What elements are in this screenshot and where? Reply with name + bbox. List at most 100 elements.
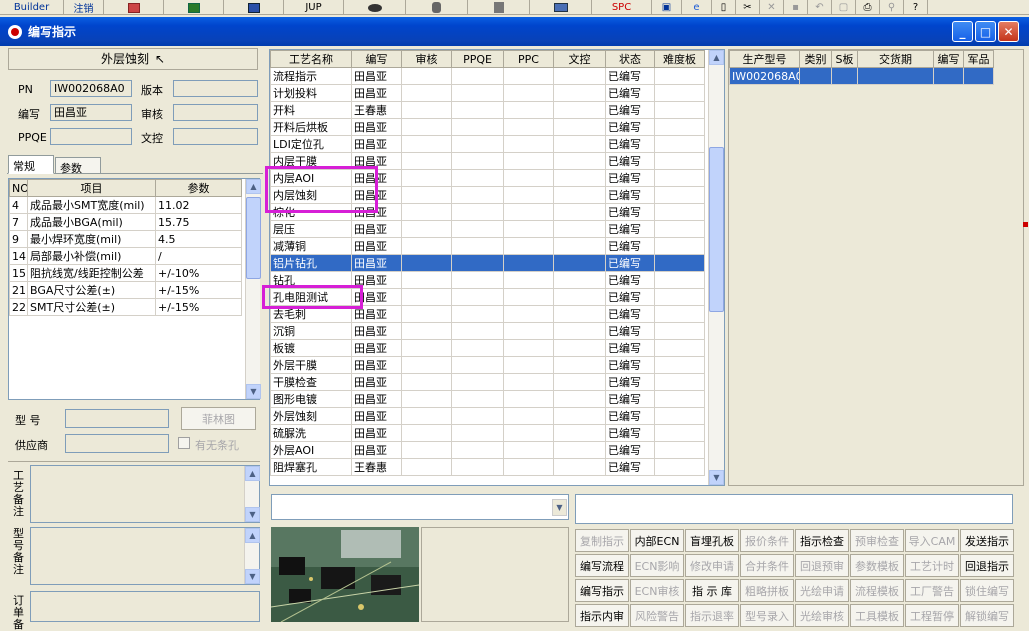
process-row[interactable]: 铝片钻孔 田昌亚 已编写 [270,254,705,272]
scroll-thumb[interactable] [246,197,261,279]
model-field[interactable] [65,409,169,428]
undo-icon[interactable]: ↶ [808,0,832,15]
action-button[interactable]: 复制指示 [575,529,629,552]
process-row[interactable]: 内层蚀刻 田昌亚 已编写 [270,186,705,204]
action-button[interactable]: 流程模板 [850,579,904,602]
logout-button[interactable]: 注销 [64,0,104,15]
action-button[interactable]: 参数模板 [850,554,904,577]
action-button[interactable]: 指示退率 [685,604,739,627]
textctl-field[interactable] [173,128,258,145]
spc-button[interactable]: SPC [592,0,652,15]
delete-icon[interactable]: ✕ [760,0,784,15]
action-button[interactable]: 发送指示 [960,529,1014,552]
col-param[interactable]: 参数 [155,179,242,197]
help-icon[interactable]: ? [904,0,928,15]
process-row[interactable]: 内层AOI 田昌亚 已编写 [270,169,705,187]
close-button[interactable]: ✕ [998,21,1019,42]
process-col-header[interactable]: 工艺名称 [270,50,352,68]
process-scroll-up[interactable]: ▲ [709,50,724,65]
process-col-header[interactable]: PPC [503,50,554,68]
process-col-header[interactable]: 状态 [605,50,655,68]
scroll-down-arrow[interactable]: ▼ [246,384,261,399]
builder-menu[interactable]: Builder [0,0,64,15]
action-button[interactable]: 解锁编写 [960,604,1014,627]
action-button[interactable]: 回退预审 [795,554,849,577]
process-row[interactable]: 外层干膜 田昌亚 已编写 [270,356,705,374]
process-row[interactable]: 硫脲洗 田昌亚 已编写 [270,424,705,442]
process-memo-field[interactable]: ▲ ▼ [30,465,260,523]
memo2-down-arrow[interactable]: ▼ [245,569,260,584]
action-button[interactable]: 工艺计时 [905,554,959,577]
action-button[interactable]: 型号录入 [740,604,794,627]
param-row[interactable]: 9 最小焊环宽度(mil) 4.5 [9,230,242,248]
action-button[interactable]: 盲埋孔板 [685,529,739,552]
feilin-button[interactable]: 菲林图 [181,407,256,430]
process-row[interactable]: 沉铜 田昌亚 已编写 [270,322,705,340]
param-row[interactable]: 7 成品最小BGA(mil) 15.75 [9,213,242,231]
order-memo-field[interactable] [30,591,260,622]
memo1-scrollbar[interactable]: ▲ ▼ [244,466,260,522]
orders-col-header[interactable]: S板 [831,50,858,68]
tab-params[interactable]: 参数 [55,157,101,175]
param-row[interactable]: 4 成品最小SMT宽度(mil) 11.02 [9,196,242,214]
memo1-up-arrow[interactable]: ▲ [245,466,260,481]
ie-icon[interactable]: e [682,0,712,15]
param-row[interactable]: 15 阻抗线宽/线距控制公差 +/-10% [9,264,242,282]
model-memo-field[interactable]: ▲ ▼ [30,527,260,585]
process-col-header[interactable]: 难度板 [654,50,705,68]
action-button[interactable]: 预审检查 [850,529,904,552]
process-row[interactable]: 层压 田昌亚 已编写 [270,220,705,238]
version-field[interactable] [173,80,258,97]
tab-general[interactable]: 常规 [8,155,54,174]
server-icon[interactable] [468,0,530,15]
memo1-down-arrow[interactable]: ▼ [245,507,260,522]
process-col-header[interactable]: 审核 [401,50,452,68]
action-button[interactable]: 光绘申请 [795,579,849,602]
params-scrollbar[interactable]: ▲ ▼ [245,179,261,399]
action-button[interactable]: 粗略拼板 [740,579,794,602]
database-icon[interactable] [406,0,468,15]
orders-col-header[interactable]: 军品 [963,50,994,68]
action-button[interactable]: 合并条件 [740,554,794,577]
process-row[interactable]: 干膜检查 田昌亚 已编写 [270,373,705,391]
orders-col-header[interactable]: 交货期 [857,50,934,68]
process-row[interactable]: 流程指示 田昌亚 已编写 [270,67,705,85]
param-row[interactable]: 22 SMT尺寸公差(±) +/-15% [9,298,242,316]
dropdown-arrow-icon[interactable]: ▼ [552,499,567,516]
process-row[interactable]: 阻焊塞孔 王春惠 已编写 [270,458,705,476]
action-button[interactable]: ECN审核 [630,579,684,602]
find-icon[interactable]: ⚲ [880,0,904,15]
memo2-scrollbar[interactable]: ▲ ▼ [244,528,260,584]
param-row[interactable]: 21 BGA尺寸公差(±) +/-15% [9,281,242,299]
process-row[interactable]: 棕化 田昌亚 已编写 [270,203,705,221]
action-button[interactable]: 指示内审 [575,604,629,627]
process-scrollbar[interactable]: ▲ ▼ [708,50,724,485]
orders-col-header[interactable]: 类别 [799,50,832,68]
process-row[interactable]: 孔电阻测试 田昌亚 已编写 [270,288,705,306]
process-row[interactable]: 内层干膜 田昌亚 已编写 [270,152,705,170]
action-button[interactable]: 风险警告 [630,604,684,627]
process-col-header[interactable]: 编写 [351,50,402,68]
supplier-field[interactable] [65,434,169,453]
action-button[interactable]: 锁住编写 [960,579,1014,602]
preview-icon[interactable]: ▢ [832,0,856,15]
excel-icon[interactable] [164,0,224,15]
memo2-up-arrow[interactable]: ▲ [245,528,260,543]
scroll-up-arrow[interactable]: ▲ [246,179,261,194]
action-button[interactable]: 光绘审核 [795,604,849,627]
col-item[interactable]: 项目 [27,179,156,197]
action-button[interactable]: 指 示 库 [685,579,739,602]
action-button[interactable]: 修改申请 [685,554,739,577]
cut-icon[interactable]: ✂ [736,0,760,15]
process-row[interactable]: 板镀 田昌亚 已编写 [270,339,705,357]
ppt-icon[interactable] [104,0,164,15]
jup-button[interactable]: JUP [284,0,344,15]
process-row[interactable]: 开料 王春惠 已编写 [270,101,705,119]
col-no[interactable]: NO [9,179,28,197]
review-field[interactable] [173,104,258,121]
save-icon[interactable]: ▪ [784,0,808,15]
writer-field[interactable]: 田昌亚 [50,104,132,121]
print-icon[interactable]: ⎙ [856,0,880,15]
process-row[interactable]: 外层蚀刻 田昌亚 已编写 [270,407,705,425]
param-row[interactable]: 14 局部最小补偿(mil) / [9,247,242,265]
